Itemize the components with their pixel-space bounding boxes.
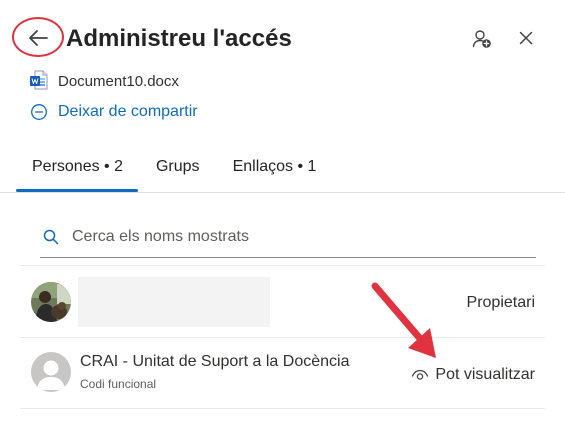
- row-divider: [20, 337, 545, 338]
- word-document-icon: [30, 70, 48, 90]
- row-divider: [20, 408, 545, 409]
- member-role: Propietari: [466, 294, 535, 311]
- stop-sharing-label: Deixar de compartir: [58, 103, 198, 120]
- permission-button[interactable]: Pot visualitzar: [411, 366, 535, 384]
- person-add-icon: [472, 30, 491, 48]
- generic-avatar: [31, 352, 71, 392]
- search-input[interactable]: [72, 228, 512, 246]
- minus-circle-icon: [31, 104, 47, 120]
- member-subtitle: Codi funcional: [80, 377, 157, 391]
- tab-links[interactable]: Enllaços • 1: [233, 156, 317, 178]
- photo-avatar: [31, 282, 71, 322]
- tab-bar: Persones • 2 Grups Enllaços • 1: [32, 156, 349, 178]
- close-icon: [519, 31, 533, 45]
- tab-groups[interactable]: Grups: [156, 156, 200, 178]
- arrow-left-icon: [29, 30, 48, 46]
- document-name: Document10.docx: [58, 73, 179, 90]
- page-title: Administreu l'accés: [66, 25, 292, 52]
- stop-sharing-link[interactable]: Deixar de compartir: [30, 102, 198, 122]
- permission-label: Pot visualitzar: [435, 366, 535, 383]
- close-button[interactable]: [512, 24, 540, 52]
- tabs-divider: [0, 192, 565, 193]
- add-person-button[interactable]: [468, 25, 496, 53]
- row-divider: [20, 265, 545, 266]
- back-button[interactable]: [16, 20, 60, 56]
- search-icon: [43, 229, 59, 245]
- annotation-arrow-icon: [371, 282, 436, 358]
- member-name-redacted: [78, 277, 270, 327]
- member-name: CRAI - Unitat de Suport a la Docència: [80, 353, 350, 370]
- eye-icon: [412, 369, 429, 380]
- search-box[interactable]: [40, 217, 536, 258]
- tab-people[interactable]: Persones • 2: [32, 156, 123, 178]
